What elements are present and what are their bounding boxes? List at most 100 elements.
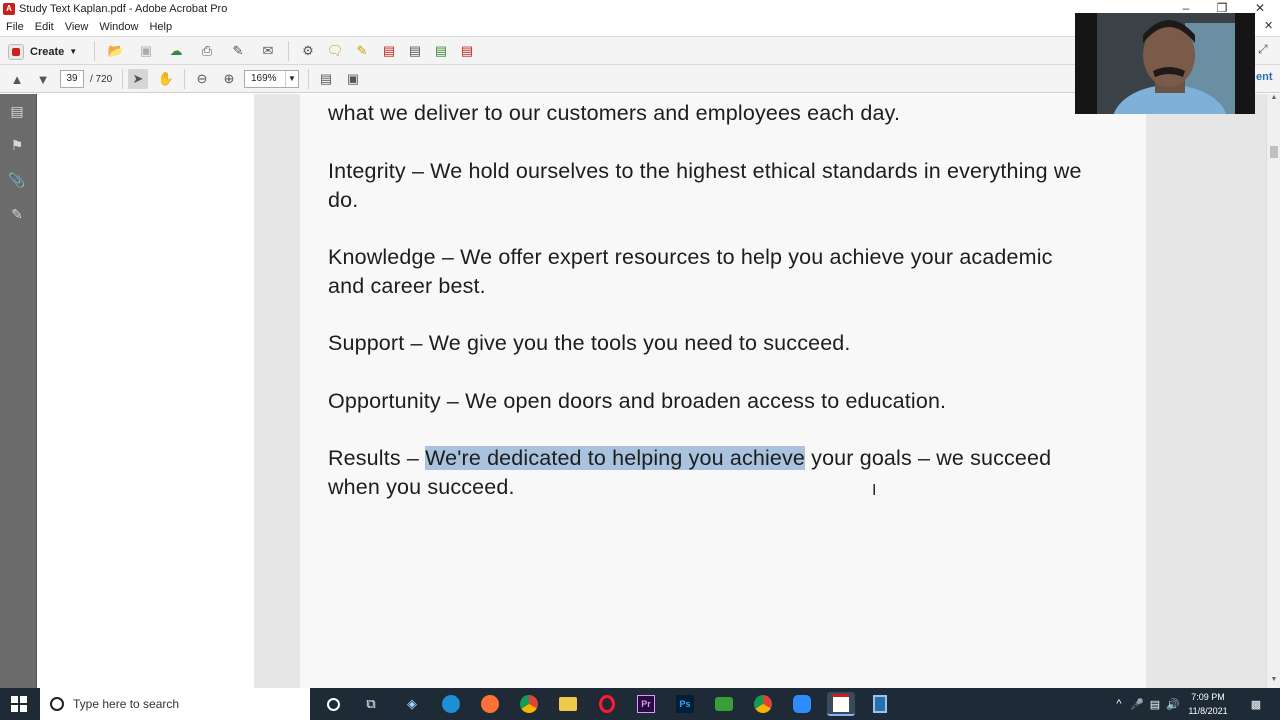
photoshop-icon[interactable]: Ps [671,692,699,716]
open-folder-icon[interactable]: 📂 [106,41,126,61]
text-segment: your goals – we succeed [805,446,1052,470]
comment-icon[interactable]: 🗨 [325,41,345,61]
print-icon[interactable]: ⎙ [197,41,217,61]
edit-icon[interactable]: ✎ [228,41,248,61]
paragraph-line: and career best. [328,274,486,298]
create-label: Create [30,45,65,58]
selected-text[interactable]: We're dedicated to helping you achieve [425,446,806,470]
zoom-out-icon[interactable]: ⊖ [192,69,212,89]
chevron-down-icon[interactable]: ▼ [285,71,298,87]
highlight-icon[interactable]: ✎ [352,41,372,61]
search-placeholder: Type here to search [73,697,180,711]
chrome-profile-icon[interactable] [749,692,777,716]
paragraph-line: Knowledge – We offer expert resources to… [328,245,1053,269]
comment-pane-label[interactable]: ent [1256,71,1273,83]
document-area: what we deliver to our customers and emp… [254,94,1266,688]
create-icon [8,43,24,60]
scroll-down-icon[interactable]: ▼ [1267,676,1280,688]
hand-tool-icon[interactable]: ✋ [156,69,176,89]
paragraph-line: Opportunity – We open doors and broaden … [328,389,947,413]
network-icon[interactable]: ▤ [1148,688,1162,720]
webcam-overlay [1075,13,1255,114]
page-number-input[interactable]: 39 [60,70,84,88]
fit-page-icon[interactable]: ▤ [316,69,336,89]
volume-icon[interactable]: 🔊 [1166,688,1180,720]
chrome-icon[interactable] [515,692,543,716]
paragraph-support: Support – We give you the tools you need… [328,329,1138,358]
menu-file[interactable]: File [6,21,24,33]
start-button[interactable] [0,688,38,720]
multimedia-icon[interactable]: ▤ [457,41,477,61]
clock-date: 11/8/2021 [1188,706,1228,716]
attachments-icon[interactable]: 📎 [8,171,26,189]
expand-icon[interactable]: ⤢ [1258,42,1268,57]
forms-icon[interactable]: ▤ [431,41,451,61]
separator [308,69,309,89]
windows-taskbar: Type here to search ⧉ ◈ Pr Ps ^ 🎤 ▤ 🔊 7:… [0,688,1280,720]
upload-icon[interactable]: ☁ [166,41,186,61]
create-button[interactable]: Create ▼ [8,41,77,62]
opera-icon[interactable] [593,692,621,716]
firefox-icon[interactable] [476,692,504,716]
paragraph-knowledge: Knowledge – We offer expert resources to… [328,243,1138,301]
system-clock[interactable]: 7:09 PM 11/8/2021 [1182,690,1234,718]
previous-page-icon[interactable]: ▲ [7,69,27,89]
paragraph-line: Support – We give you the tools you need… [328,331,851,355]
menu-edit[interactable]: Edit [35,21,54,33]
next-page-icon[interactable]: ▼ [33,69,53,89]
separator [184,69,185,89]
paragraph-line: what we deliver to our customers and emp… [328,101,901,125]
zoom-app-icon[interactable] [788,692,816,716]
show-hidden-icons-icon[interactable]: ^ [1112,688,1126,720]
file-explorer-icon[interactable] [554,692,582,716]
separator [94,41,95,61]
premiere-icon[interactable]: Pr [632,692,660,716]
microphone-icon[interactable]: 🎤 [1130,688,1144,720]
bookmarks-icon[interactable]: ⚑ [8,136,26,154]
signatures-icon[interactable]: ✎ [8,205,26,223]
scroll-up-icon[interactable]: ▲ [1267,94,1280,106]
page-thumbnails-icon[interactable]: ▤ [8,102,26,120]
window-title: Study Text Kaplan.pdf - Adobe Acrobat Pr… [19,3,228,15]
cortana-icon[interactable] [319,692,347,716]
acrobat-icon: A [3,3,15,15]
calculator-icon[interactable] [866,692,894,716]
separator [122,69,123,89]
fit-width-icon[interactable]: ▣ [343,69,363,89]
notifications-icon[interactable]: ▩ [1244,688,1268,720]
webcam-person-image [1075,13,1255,114]
paragraph-line: Integrity – We hold ourselves to the hig… [328,159,1082,183]
vertical-scrollbar[interactable]: ▲ ▼ [1266,94,1280,688]
menu-window[interactable]: Window [99,21,138,33]
navigation-panel: ▤ ⚑ 📎 ✎ [0,94,36,688]
task-view-icon[interactable]: ⧉ [357,692,385,716]
zoom-in-icon[interactable]: ⊕ [219,69,239,89]
acrobat-taskbar-icon[interactable] [827,692,855,716]
app-icon[interactable] [710,692,738,716]
scrollbar-thumb[interactable] [1270,146,1278,158]
paragraph-opportunity: Opportunity – We open doors and broaden … [328,387,1138,416]
doc-close-icon[interactable]: ✕ [1264,19,1273,32]
paragraph-results: Results – We're dedicated to helping you… [328,444,1138,502]
menu-view[interactable]: View [65,21,89,33]
paragraph-integrity: Integrity – We hold ourselves to the hig… [328,157,1138,215]
review-icon[interactable]: ▤ [405,41,425,61]
side-pane [36,94,254,688]
secure-icon[interactable]: ▤ [379,41,399,61]
zoom-level-select[interactable]: 169% ▼ [244,70,299,88]
save-icon[interactable]: ▣ [136,41,156,61]
paragraph-intro: what we deliver to our customers and emp… [328,99,1138,128]
settings-icon[interactable]: ⚙ [298,41,318,61]
email-icon[interactable]: ✉ [258,41,278,61]
taskbar-search-box[interactable]: Type here to search [40,688,310,720]
app-icon[interactable]: ◈ [398,692,426,716]
edge-icon[interactable] [437,692,465,716]
text-segment: Results – [328,446,426,470]
menu-help[interactable]: Help [149,21,172,33]
clock-time: 7:09 PM [1191,692,1225,702]
search-icon [50,697,64,711]
paragraph-line: do. [328,188,359,212]
separator [288,41,289,61]
page-total: / 720 [90,74,113,85]
select-tool-icon[interactable]: ➤ [128,69,148,89]
